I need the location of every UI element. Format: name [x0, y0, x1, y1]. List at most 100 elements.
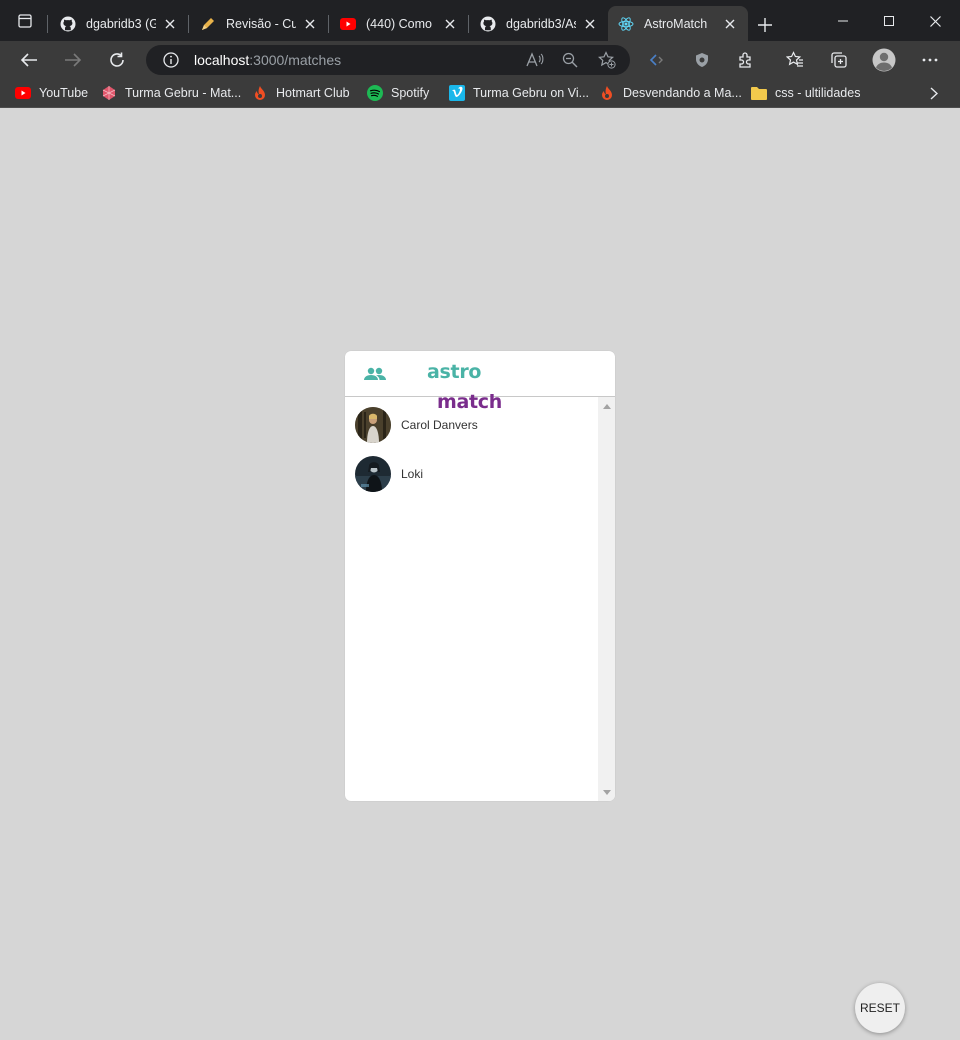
- astromatch-logo: astro match: [427, 361, 502, 413]
- maximize-icon: [884, 16, 894, 26]
- github-icon: [480, 16, 496, 32]
- scroll-down-arrow[interactable]: [598, 785, 615, 799]
- tab-separator: [328, 15, 329, 33]
- bookmark-label: Turma Gebru - Mat...: [125, 86, 242, 100]
- bookmark-label: Spotify: [391, 86, 430, 100]
- bookmark-spotify[interactable]: Spotify: [367, 83, 429, 103]
- match-item[interactable]: Carol Danvers: [355, 406, 595, 444]
- vimeo-icon: [449, 85, 465, 101]
- more-menu-button[interactable]: [916, 46, 944, 74]
- tab-separator: [188, 15, 189, 33]
- close-icon[interactable]: [722, 16, 738, 32]
- folder-icon: [751, 85, 767, 101]
- collections-button[interactable]: [825, 46, 853, 74]
- minimize-button[interactable]: [820, 8, 866, 34]
- refresh-button[interactable]: [103, 46, 131, 74]
- tab-revisao[interactable]: Revisão - Custom: [190, 6, 328, 41]
- arrow-right-icon: [65, 53, 82, 67]
- caret-up-icon: [602, 403, 611, 409]
- tab-github-repo[interactable]: dgabridb3/AstroMatch: [470, 6, 608, 41]
- bookmark-label: Hotmart Club: [276, 86, 350, 100]
- address-bar[interactable]: localhost:3000/matches: [146, 45, 630, 75]
- match-item[interactable]: Loki: [355, 455, 595, 493]
- new-tab-button[interactable]: [752, 12, 778, 38]
- tab-astromatch[interactable]: AstroMatch: [608, 6, 748, 41]
- minimize-icon: [838, 20, 848, 22]
- tab-actions-button[interactable]: [10, 10, 40, 32]
- tab-title: dgabridb3/AstroMatch: [506, 16, 576, 31]
- reset-button[interactable]: RESET: [855, 983, 905, 1033]
- back-to-profiles-button[interactable]: [364, 364, 386, 384]
- avatar: [355, 456, 391, 492]
- match-name: Loki: [401, 467, 424, 481]
- bookmarks-bar: YouTube Turma Gebru - Mat... Hotmart Clu…: [0, 79, 960, 108]
- youtube-icon: [15, 85, 31, 101]
- zoom-out-icon[interactable]: [561, 51, 579, 69]
- caret-down-icon: [602, 789, 611, 795]
- close-icon[interactable]: [162, 16, 178, 32]
- close-icon: [929, 15, 941, 27]
- url-host: localhost: [194, 52, 250, 68]
- favorites-button[interactable]: [781, 46, 809, 74]
- bookmark-folder-css[interactable]: css - ultilidades: [751, 83, 860, 103]
- puzzle-icon: [739, 52, 751, 68]
- pen-icon: [200, 16, 216, 32]
- extension-shield-button[interactable]: [688, 46, 716, 74]
- flame-icon: [252, 85, 268, 101]
- browser-toolbar: localhost:3000/matches: [0, 41, 960, 79]
- bookmark-turma-gebru-vimeo[interactable]: Turma Gebru on Vi...: [449, 83, 589, 103]
- astromatch-card: astro match Carol Danvers Loki: [345, 351, 615, 801]
- tab-title: dgabridb3 (Gabriel: [86, 16, 156, 31]
- arrow-left-icon: [20, 53, 37, 67]
- tab-title: (440) Como Eu: [366, 16, 436, 31]
- profile-button[interactable]: [870, 46, 898, 74]
- bookmark-label: css - ultilidades: [775, 86, 861, 100]
- gem-icon: [101, 85, 117, 101]
- forward-button[interactable]: [59, 46, 87, 74]
- bookmark-label: Desvendando a Ma...: [623, 86, 742, 100]
- tab-youtube-video[interactable]: (440) Como Eu: [330, 6, 468, 41]
- bookmark-desvendando[interactable]: Desvendando a Ma...: [599, 83, 742, 103]
- tab-strip: dgabridb3 (Gabriel Revisão - Custom (440…: [0, 0, 960, 41]
- match-name: Carol Danvers: [401, 418, 478, 432]
- people-icon: [364, 367, 386, 380]
- ellipsis-icon: [922, 58, 938, 62]
- plus-icon: [758, 18, 772, 32]
- flame-icon: [599, 85, 615, 101]
- extensions-button[interactable]: [732, 46, 760, 74]
- favorites-icon: [786, 51, 803, 67]
- tab-title: AstroMatch: [644, 16, 708, 31]
- arrows-icon: [649, 54, 663, 66]
- tab-title: Revisão - Custom: [226, 16, 296, 31]
- close-icon[interactable]: [582, 16, 598, 32]
- tab-separator: [468, 15, 469, 33]
- add-favorite-icon[interactable]: [598, 51, 616, 69]
- bookmark-label: Turma Gebru on Vi...: [473, 86, 590, 100]
- back-button[interactable]: [15, 46, 43, 74]
- avatar: [355, 407, 391, 443]
- tab-actions-icon: [18, 14, 32, 28]
- extension-arrows-button[interactable]: [643, 46, 671, 74]
- url-text: localhost:3000/matches: [194, 52, 341, 68]
- bookmark-label: YouTube: [39, 86, 89, 100]
- spotify-icon: [367, 85, 383, 101]
- matches-scrollbar[interactable]: [598, 397, 615, 801]
- bookmarks-overflow-button[interactable]: [926, 85, 942, 101]
- read-aloud-icon[interactable]: [526, 51, 544, 69]
- info-icon[interactable]: [162, 51, 180, 69]
- logo-astro: astro: [427, 361, 482, 383]
- scroll-up-arrow[interactable]: [598, 399, 615, 413]
- bookmark-hotmart-club[interactable]: Hotmart Club: [252, 83, 350, 103]
- close-icon[interactable]: [302, 16, 318, 32]
- tab-github-profile[interactable]: dgabridb3 (Gabriel: [50, 6, 188, 41]
- maximize-button[interactable]: [866, 8, 912, 34]
- shield-icon: [696, 53, 708, 67]
- bookmark-youtube[interactable]: YouTube: [15, 83, 88, 103]
- close-icon[interactable]: [442, 16, 458, 32]
- matches-list: Carol Danvers Loki: [345, 397, 598, 801]
- tab-separator: [47, 15, 48, 33]
- close-window-button[interactable]: [912, 8, 958, 34]
- bookmark-turma-gebru-mat[interactable]: Turma Gebru - Mat...: [101, 83, 241, 103]
- refresh-icon: [110, 52, 124, 67]
- url-path: :3000/matches: [249, 52, 342, 68]
